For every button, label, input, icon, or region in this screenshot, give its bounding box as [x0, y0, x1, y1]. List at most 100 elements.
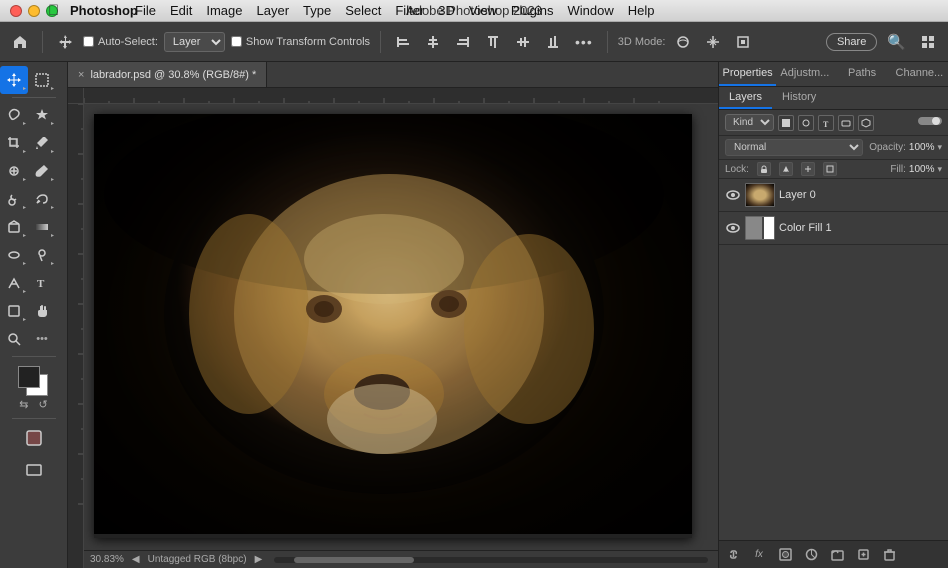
clone-stamp-icon[interactable]: ▸ — [0, 185, 28, 213]
layer-item-1[interactable]: Color Fill 1 — [719, 212, 948, 245]
add-mask-icon[interactable] — [777, 547, 793, 563]
menu-type[interactable]: Type — [303, 3, 331, 18]
auto-select-checkbox[interactable]: Auto-Select: — [83, 36, 158, 48]
move-tool-icon[interactable]: ▸ — [0, 66, 28, 94]
fill-value[interactable]: 100% — [909, 164, 935, 175]
move-tool-button[interactable] — [53, 31, 77, 53]
hand-tool-icon[interactable] — [28, 297, 56, 325]
quick-mask-icon[interactable] — [20, 424, 48, 452]
tab-layers[interactable]: Layers — [719, 87, 772, 109]
arrow-icon: ▸ — [23, 85, 26, 92]
crop-tool-icon[interactable]: ▸ — [0, 129, 28, 157]
scroll-track-h — [274, 557, 708, 563]
pen-tool-icon[interactable]: ▸ — [0, 269, 28, 297]
history-brush-icon[interactable]: ▸ — [28, 185, 56, 213]
share-button[interactable]: Share — [826, 33, 877, 51]
brush-tool-icon[interactable]: ▸ — [28, 157, 56, 185]
tab-history[interactable]: History — [772, 87, 826, 109]
fx-icon[interactable]: fx — [751, 547, 767, 563]
menu-layer[interactable]: Layer — [257, 3, 290, 18]
align-left-button[interactable] — [391, 31, 415, 53]
show-transform-checkbox[interactable]: Show Transform Controls — [231, 36, 370, 48]
zoom-tool-icon[interactable] — [0, 325, 28, 353]
lock-pixels-icon[interactable] — [757, 162, 771, 176]
fill-chevron[interactable]: ▾ — [937, 164, 942, 175]
close-button[interactable] — [10, 5, 22, 17]
screen-mode-icon[interactable] — [20, 456, 48, 484]
filter-shape-icon[interactable] — [838, 115, 854, 131]
eraser-tool-icon[interactable]: ▸ — [0, 213, 28, 241]
menu-3d[interactable]: 3D — [438, 3, 455, 18]
align-center-v-button[interactable] — [511, 31, 535, 53]
menu-file[interactable]: File — [135, 3, 156, 18]
status-arrow-right[interactable]: ▶ — [255, 554, 263, 565]
tab-channels[interactable]: Channe... — [891, 62, 948, 86]
3d-scale-button[interactable] — [731, 31, 755, 53]
align-center-h-button[interactable] — [421, 31, 445, 53]
extra-tools-icon[interactable]: ••• — [28, 325, 56, 353]
align-top-button[interactable] — [481, 31, 505, 53]
new-group-icon[interactable] — [829, 547, 845, 563]
auto-select-input[interactable] — [83, 36, 94, 47]
show-transform-input[interactable] — [231, 36, 242, 47]
3d-pan-button[interactable] — [701, 31, 725, 53]
heal-tool-icon[interactable]: ▸ — [0, 157, 28, 185]
ruler-corner — [68, 88, 84, 104]
layer-select[interactable]: Layer Group — [164, 32, 225, 52]
layer-filter-select[interactable]: Kind — [725, 114, 774, 131]
lock-artboard-icon[interactable] — [823, 162, 837, 176]
3d-orbit-button[interactable] — [671, 31, 695, 53]
marquee-tool-icon[interactable]: ▸ — [28, 66, 56, 94]
eyedropper-icon[interactable]: ▸ — [28, 129, 56, 157]
menu-view[interactable]: View — [469, 3, 497, 18]
blend-mode-select[interactable]: Normal Multiply Screen Overlay — [725, 139, 863, 156]
dodge-tool-icon[interactable]: ▸ — [28, 241, 56, 269]
blur-tool-icon[interactable]: ▸ — [0, 241, 28, 269]
minimize-button[interactable] — [28, 5, 40, 17]
align-right-button[interactable] — [451, 31, 475, 53]
document-tab[interactable]: × labrador.psd @ 30.8% (RGB/8#) * — [68, 62, 267, 87]
layer-visibility-1[interactable] — [725, 220, 741, 236]
menu-window[interactable]: Window — [567, 3, 613, 18]
lock-position-icon[interactable] — [801, 162, 815, 176]
shape-tool-icon[interactable]: ▸ — [0, 297, 28, 325]
menu-plugins[interactable]: Plugins — [511, 3, 554, 18]
search-button[interactable]: 🔍 — [883, 30, 910, 54]
link-layers-icon[interactable] — [725, 547, 741, 563]
menu-edit[interactable]: Edit — [170, 3, 192, 18]
filter-toggle[interactable] — [918, 115, 942, 130]
gradient-tool-icon[interactable]: ▸ — [28, 213, 56, 241]
close-icon[interactable]: × — [78, 69, 84, 81]
layer-item-0[interactable]: Layer 0 — [719, 179, 948, 212]
filter-smart-icon[interactable] — [858, 115, 874, 131]
lasso-tool-icon[interactable]: ▸ — [0, 101, 28, 129]
filter-pixel-icon[interactable] — [778, 115, 794, 131]
status-arrow-left[interactable]: ◀ — [132, 554, 140, 565]
ruler-horizontal — [84, 88, 718, 104]
text-tool-icon[interactable]: T — [28, 269, 56, 297]
tab-adjustments[interactable]: Adjustm... — [776, 62, 833, 86]
canvas-image[interactable] — [94, 114, 692, 534]
new-layer-icon[interactable] — [855, 547, 871, 563]
workspace-button[interactable] — [916, 31, 940, 53]
tab-properties[interactable]: Properties — [719, 62, 776, 86]
more-options-button[interactable]: ••• — [571, 31, 597, 53]
home-button[interactable] — [8, 31, 32, 53]
tab-paths[interactable]: Paths — [834, 62, 891, 86]
opacity-value[interactable]: 100% — [909, 142, 935, 153]
menu-image[interactable]: Image — [206, 3, 242, 18]
scroll-thumb-h[interactable] — [294, 557, 414, 563]
menu-select[interactable]: Select — [345, 3, 381, 18]
magic-wand-icon[interactable]: ▸ — [28, 101, 56, 129]
layer-visibility-0[interactable] — [725, 187, 741, 203]
opacity-chevron[interactable]: ▾ — [937, 142, 942, 153]
add-adjustment-icon[interactable] — [803, 547, 819, 563]
menu-help[interactable]: Help — [628, 3, 655, 18]
align-bottom-button[interactable] — [541, 31, 565, 53]
menu-filter[interactable]: Filter — [395, 3, 424, 18]
lock-paint-icon[interactable] — [779, 162, 793, 176]
filter-adjust-icon[interactable] — [798, 115, 814, 131]
foreground-color-swatch[interactable] — [18, 366, 40, 388]
filter-type-icon[interactable]: T — [818, 115, 834, 131]
delete-layer-icon[interactable] — [881, 547, 897, 563]
